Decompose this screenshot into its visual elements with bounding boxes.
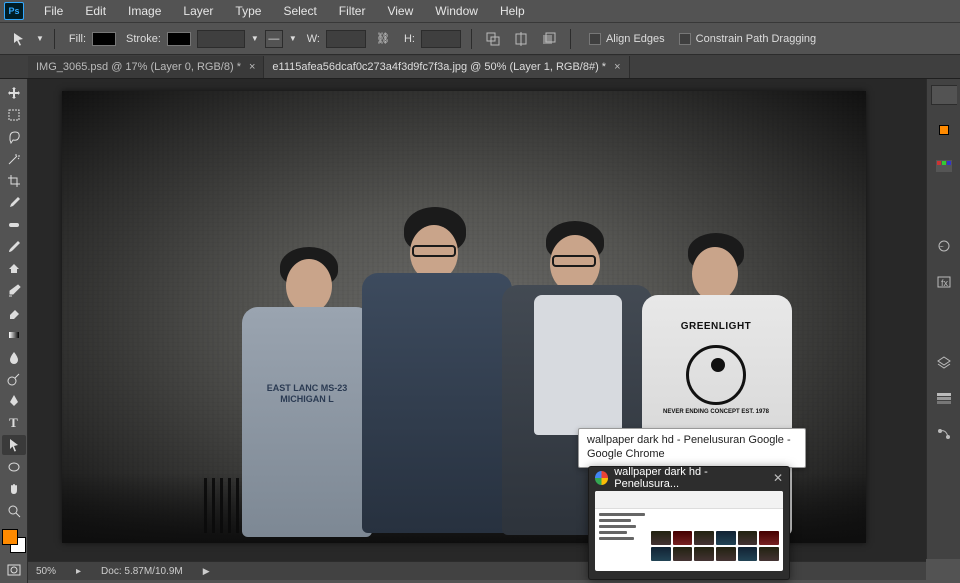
blur-tool[interactable]: [2, 347, 26, 367]
tab-label: e1115afea56dcaf0c273a4f3d9fc7f3a.jpg @ 5…: [272, 61, 606, 73]
menu-view[interactable]: View: [377, 1, 423, 21]
zoom-level[interactable]: 50%: [36, 566, 56, 577]
chevron-down-icon[interactable]: ▼: [36, 34, 44, 43]
quick-mask-toggle[interactable]: [2, 561, 26, 579]
menu-file[interactable]: File: [34, 1, 73, 21]
document-tab[interactable]: IMG_3065.psd @ 17% (Layer 0, RGB/8) * ×: [28, 56, 264, 78]
stroke-swatch[interactable]: [167, 32, 191, 46]
height-input[interactable]: [421, 30, 461, 48]
ellipse-tool[interactable]: [2, 457, 26, 477]
fill-swatch[interactable]: [92, 32, 116, 46]
constrain-path-checkbox[interactable]: Constrain Path Dragging: [679, 33, 816, 45]
swatches-panel-icon[interactable]: [931, 155, 957, 177]
tab-label: IMG_3065.psd @ 17% (Layer 0, RGB/8) *: [36, 61, 241, 73]
crop-tool[interactable]: [2, 171, 26, 191]
svg-text:fx: fx: [941, 278, 949, 288]
document-tab-active[interactable]: e1115afea56dcaf0c273a4f3d9fc7f3a.jpg @ 5…: [264, 56, 629, 78]
clone-stamp-tool[interactable]: [2, 259, 26, 279]
gradient-tool[interactable]: [2, 325, 26, 345]
chevron-down-icon[interactable]: ▼: [251, 34, 259, 43]
right-panel-dock: fx: [926, 79, 960, 559]
path-arrangement-button[interactable]: [538, 28, 560, 50]
menu-window[interactable]: Window: [425, 1, 488, 21]
foreground-background-colors[interactable]: [2, 529, 26, 553]
tooltip-text: wallpaper dark hd - Penelusuran Google -…: [587, 434, 791, 460]
stroke-style-dropdown[interactable]: —: [265, 30, 283, 48]
width-label: W:: [307, 33, 320, 45]
link-icon[interactable]: ⛓: [376, 32, 390, 45]
canvas-image-content: [362, 213, 512, 543]
chrome-icon: [595, 471, 608, 485]
chevron-right-icon[interactable]: ▶: [203, 566, 210, 577]
doc-size: Doc: 5.87M/10.9M: [101, 566, 183, 577]
menu-layer[interactable]: Layer: [173, 1, 223, 21]
taskbar-thumbnail-preview[interactable]: wallpaper dark hd - Penelusura... ✕: [588, 466, 790, 580]
close-icon[interactable]: ×: [249, 61, 255, 73]
brush-tool[interactable]: [2, 237, 26, 257]
scrubby-zoom-icon[interactable]: ▸: [76, 566, 81, 577]
thumbnail-title: wallpaper dark hd - Penelusura...: [614, 466, 767, 490]
thumbnail-header: wallpaper dark hd - Penelusura... ✕: [589, 467, 789, 489]
color-panel-icon[interactable]: [931, 119, 957, 141]
menu-image[interactable]: Image: [118, 1, 171, 21]
foreground-color-swatch[interactable]: [2, 529, 18, 545]
height-label: H:: [404, 33, 415, 45]
chevron-down-icon[interactable]: ▼: [289, 34, 297, 43]
workspace: EAST LANC MS-23 MICHIGAN L GREENLIGHT NE…: [28, 79, 926, 561]
eraser-tool[interactable]: [2, 303, 26, 323]
path-alignment-button[interactable]: [510, 28, 532, 50]
close-icon[interactable]: ✕: [773, 471, 783, 485]
lasso-tool[interactable]: [2, 127, 26, 147]
menu-help[interactable]: Help: [490, 1, 535, 21]
tool-panel: T: [0, 79, 28, 583]
path-selection-tool[interactable]: [2, 435, 26, 455]
fill-label: Fill:: [69, 33, 86, 45]
magic-wand-tool[interactable]: [2, 149, 26, 169]
move-tool[interactable]: [2, 83, 26, 103]
type-tool[interactable]: T: [2, 413, 26, 433]
zoom-tool[interactable]: [2, 501, 26, 521]
align-edges-checkbox[interactable]: Align Edges: [589, 33, 665, 45]
marquee-tool[interactable]: [2, 105, 26, 125]
channels-panel-icon[interactable]: [931, 387, 957, 409]
taskbar-tooltip: wallpaper dark hd - Penelusuran Google -…: [578, 428, 806, 468]
stroke-label: Stroke:: [126, 33, 161, 45]
pen-tool[interactable]: [2, 391, 26, 411]
options-bar: ▼ Fill: Stroke: ▼ — ▼ W: ⛓ H: Align Edge…: [0, 23, 960, 55]
path-operations-button[interactable]: [482, 28, 504, 50]
stroke-width-input[interactable]: [197, 30, 245, 48]
layers-panel-icon[interactable]: [931, 351, 957, 373]
panel-expand-handle[interactable]: [931, 85, 957, 105]
healing-brush-tool[interactable]: [2, 215, 26, 235]
dodge-tool[interactable]: [2, 369, 26, 389]
width-input[interactable]: [326, 30, 366, 48]
menu-bar: Ps File Edit Image Layer Type Select Fil…: [0, 0, 960, 23]
hand-tool[interactable]: [2, 479, 26, 499]
styles-panel-icon[interactable]: fx: [931, 271, 957, 293]
eyedropper-tool[interactable]: [2, 193, 26, 213]
status-bar: 50% ▸ Doc: 5.87M/10.9M ▶: [28, 561, 926, 580]
menu-filter[interactable]: Filter: [329, 1, 376, 21]
photoshop-logo: Ps: [4, 2, 24, 20]
align-edges-label: Align Edges: [606, 33, 665, 45]
thumbnail-content[interactable]: [595, 491, 783, 571]
path-selection-icon: [8, 28, 30, 50]
adjustments-panel-icon[interactable]: [931, 235, 957, 257]
document-tab-bar: IMG_3065.psd @ 17% (Layer 0, RGB/8) * × …: [0, 55, 960, 79]
menu-select[interactable]: Select: [273, 1, 326, 21]
menu-type[interactable]: Type: [225, 1, 271, 21]
close-icon[interactable]: ×: [614, 61, 620, 73]
constrain-path-label: Constrain Path Dragging: [696, 33, 816, 45]
canvas-image-content: EAST LANC MS-23 MICHIGAN L: [242, 243, 382, 543]
paths-panel-icon[interactable]: [931, 423, 957, 445]
menu-edit[interactable]: Edit: [75, 1, 116, 21]
history-brush-tool[interactable]: [2, 281, 26, 301]
